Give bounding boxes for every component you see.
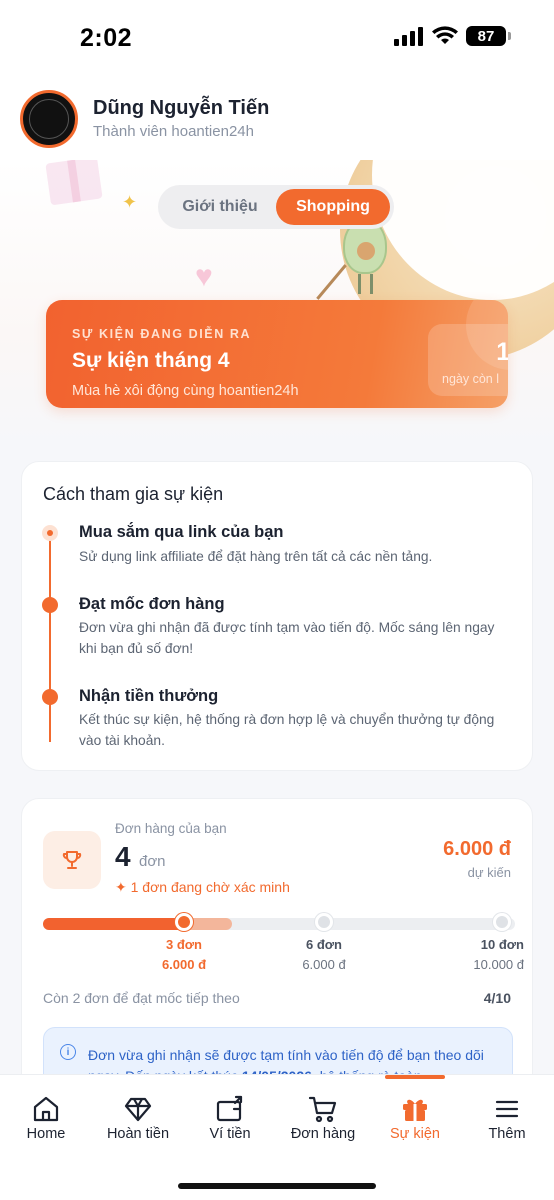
milestone-dot [315, 913, 333, 931]
step-title: Mua sắm qua link của bạn [79, 523, 284, 541]
progress-ratio: 4/10 [483, 990, 511, 1006]
next-milestone-text: Còn 2 đơn để đạt mốc tiếp theo [43, 990, 240, 1006]
nav-home[interactable]: Home [0, 1075, 92, 1155]
home-indicator [178, 1183, 376, 1189]
days-remaining-box: 16 ngày còn l [428, 324, 508, 396]
pending-verification: ✦ 1 đơn đang chờ xác minh [115, 879, 290, 895]
nav-more[interactable]: Thêm [461, 1075, 553, 1155]
milestone-reward: 6.000 đ [302, 957, 346, 972]
mascot-leg [370, 274, 373, 294]
how-to-card: Cách tham gia sự kiện Mua sắm qua link c… [21, 461, 533, 771]
nav-label: Đơn hàng [290, 1126, 356, 1142]
user-name: Dũng Nguyễn Tiến [93, 97, 270, 119]
progress-fill [43, 918, 185, 930]
gift-icon [403, 1099, 427, 1121]
wallet-icon [216, 1095, 243, 1122]
cart-icon [308, 1096, 337, 1123]
timeline-dot [42, 689, 58, 705]
milestone-label: 6 đơn [306, 937, 342, 952]
wifi-icon [432, 26, 458, 44]
timeline-dot [42, 525, 58, 541]
nav-label: Hoàn tiền [106, 1126, 170, 1142]
milestone-dot [175, 913, 193, 931]
event-title: Sự kiện tháng 4 [72, 349, 230, 372]
diamond-icon [124, 1097, 152, 1122]
tab-shopping[interactable]: Shopping [276, 189, 390, 225]
expected-amount-label: dự kiến [467, 865, 511, 880]
timeline-line [49, 534, 51, 742]
fishing-rod-illustration [316, 264, 347, 300]
days-remaining-label: ngày còn l [442, 372, 499, 386]
event-subtitle: Mùa hè xôi động cùng hoantien24h [72, 383, 299, 399]
tab-intro[interactable]: Giới thiệu [166, 189, 274, 225]
milestone-reward: 6.000 đ [161, 957, 207, 972]
nav-label: Thêm [488, 1126, 526, 1142]
step-description: Sử dụng link affiliate để đặt hàng trên … [79, 549, 433, 564]
milestone-dot [493, 913, 511, 931]
nav-label: Home [26, 1126, 66, 1142]
nav-orders[interactable]: Đơn hàng [277, 1075, 369, 1155]
event-kicker: SỰ KIỆN ĐANG DIỄN RA [72, 327, 252, 341]
step-title: Đạt mốc đơn hàng [79, 595, 225, 613]
days-remaining-number: 16 [496, 338, 508, 366]
avatar-logo-ring [29, 99, 69, 139]
home-icon [33, 1096, 59, 1122]
profile-header: Dũng Nguyễn Tiến Thành viên hoantien24h [0, 72, 554, 160]
nav-cashback[interactable]: Hoàn tiền [92, 1075, 184, 1155]
status-bar: 2:02 87 [0, 0, 554, 72]
step-description: Kết thúc sự kiện, hệ thống rà đơn hợp lệ… [79, 712, 495, 748]
orders-count-unit: đơn [139, 853, 166, 870]
trophy-badge [43, 831, 101, 889]
nav-label: Ví tiền [209, 1126, 251, 1142]
nav-label: Sự kiện [389, 1126, 440, 1142]
how-to-title: Cách tham gia sự kiện [43, 484, 224, 504]
signal-icon [394, 27, 423, 46]
status-icons: 87 [394, 26, 511, 46]
nav-wallet[interactable]: Ví tiền [184, 1075, 276, 1155]
milestone-reward: 10.000 đ [473, 957, 524, 972]
nav-events[interactable]: Sự kiện [369, 1075, 461, 1155]
status-time: 2:02 [80, 24, 133, 52]
bottom-nav: Home Hoàn tiền Ví tiền Đơn hàng Sự kiện … [0, 1074, 554, 1200]
sparkle-icon: ✦ [122, 192, 138, 212]
mascot-leg [358, 274, 361, 294]
menu-icon [495, 1100, 519, 1118]
orders-count: 4 [115, 841, 131, 872]
gift-illustration [45, 160, 103, 206]
progress-track [43, 918, 515, 930]
orders-label: Đơn hàng của bạn [115, 821, 227, 836]
user-subtitle: Thành viên hoantien24h [93, 123, 254, 140]
milestone-label: 10 đơn [480, 937, 524, 952]
avatar[interactable] [20, 90, 78, 148]
milestone-label: 3 đơn [166, 937, 202, 952]
trophy-icon [62, 851, 82, 869]
order-progress-card: Đơn hàng của bạn 4 đơn ✦ 1 đơn đang chờ … [21, 798, 533, 1098]
avocado-seed [357, 242, 375, 260]
heart-icon: ♥ [195, 260, 213, 293]
tab-switcher: Giới thiệu Shopping [158, 185, 394, 229]
battery-indicator: 87 [466, 26, 511, 46]
timeline-dot [42, 597, 58, 613]
expected-amount: 6.000 đ [443, 838, 511, 860]
step-description: Đơn vừa ghi nhận đã được tính tạm vào ti… [79, 620, 495, 656]
info-icon: i [60, 1044, 76, 1060]
step-title: Nhận tiền thưởng [79, 687, 219, 705]
event-banner[interactable]: SỰ KIỆN ĐANG DIỄN RA Sự kiện tháng 4 Mùa… [46, 300, 508, 408]
